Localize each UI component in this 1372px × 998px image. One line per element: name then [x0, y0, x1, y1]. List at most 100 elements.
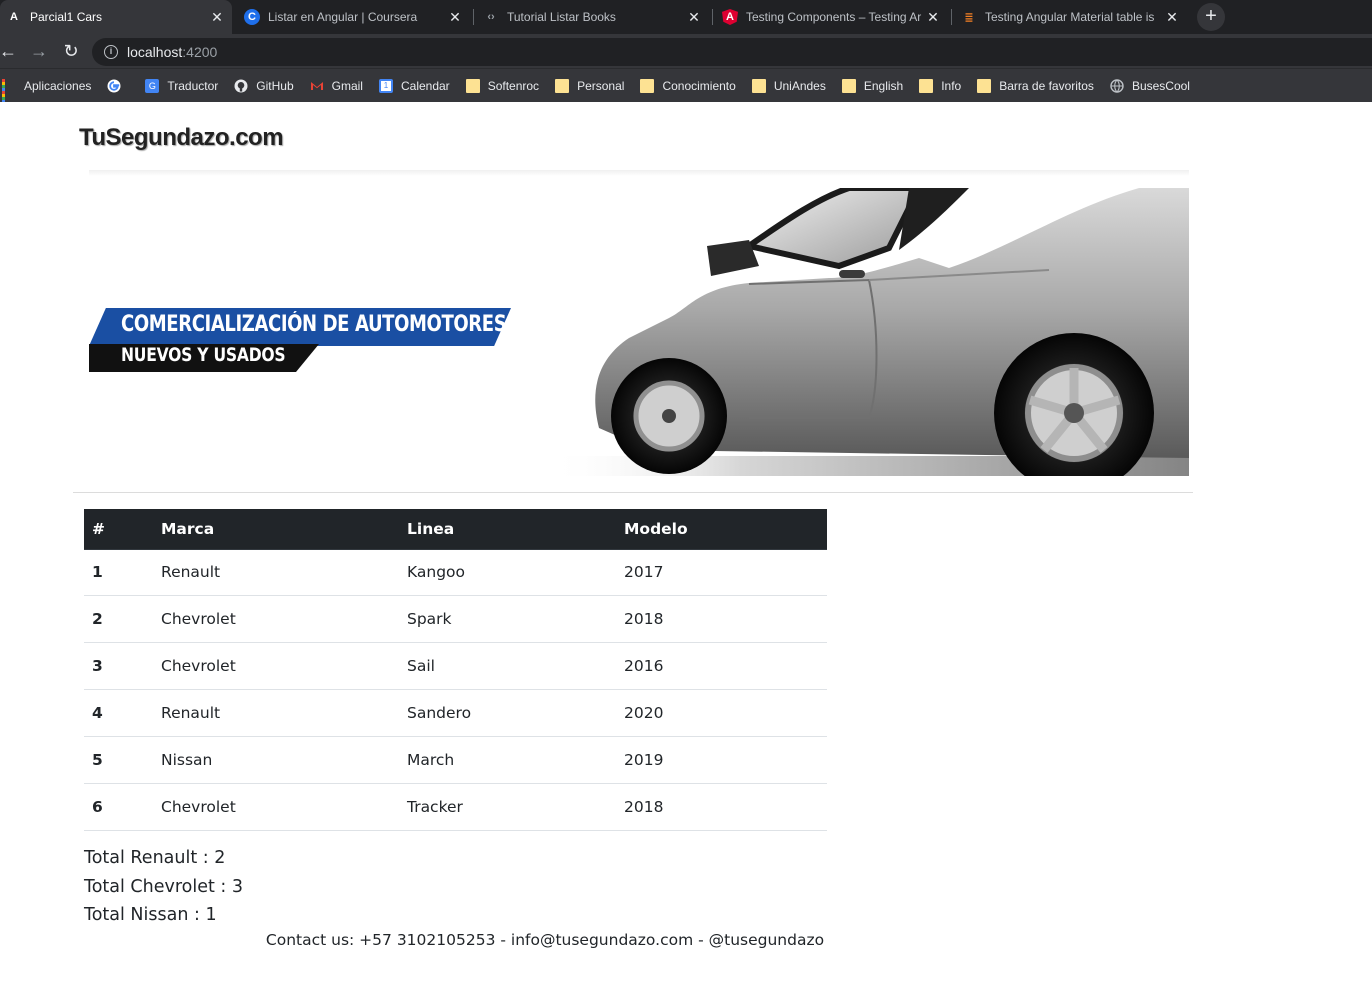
bookmark-label: Traductor: [167, 78, 219, 93]
tab-title: Tutorial Listar Books: [507, 10, 616, 24]
translate-icon: G: [145, 78, 160, 93]
browser-toolbar: ← → ↻ i localhost:4200: [0, 34, 1372, 68]
tab-stackoverflow[interactable]: ≣ Testing Angular Material table is ✕: [955, 0, 1187, 34]
new-tab-button[interactable]: +: [1197, 3, 1225, 31]
close-icon[interactable]: ✕: [1161, 9, 1183, 26]
bookmark-label: UniAndes: [773, 78, 826, 93]
bookmark-busescool[interactable]: BusesCool: [1110, 79, 1190, 93]
cell-id: 6: [84, 783, 153, 831]
folder-icon: [919, 78, 934, 93]
cell-id: 5: [84, 736, 153, 784]
section-divider: [73, 492, 1193, 493]
tab-testing-components[interactable]: A Testing Components – Testing Ar ✕: [716, 0, 948, 34]
site-brand-logo: TuSegundazo.com: [79, 124, 284, 151]
close-icon[interactable]: ✕: [206, 9, 228, 26]
back-arrow-icon[interactable]: ←: [0, 40, 19, 62]
reload-icon[interactable]: ↻: [60, 40, 82, 62]
total-chevrolet: Total Chevrolet : 3: [84, 876, 244, 897]
google-icon: [107, 79, 121, 93]
bookmark-label: Info: [941, 78, 962, 93]
bookmark-label: Softenroc: [487, 78, 540, 93]
column-header-linea: Linea: [399, 509, 616, 550]
angular-a-icon: A: [10, 11, 18, 23]
contact-footer: Contact us: +57 3102105253 - info@tusegu…: [265, 931, 825, 949]
cell-linea: Spark: [399, 595, 616, 643]
bookmark-calendar[interactable]: 1 Calendar: [378, 78, 450, 93]
cell-marca: Chevrolet: [153, 595, 399, 643]
address-bar[interactable]: i localhost:4200: [92, 38, 1372, 66]
info-icon[interactable]: i: [104, 45, 118, 59]
cell-marca: Renault: [153, 549, 399, 596]
bookmark-label: Conocimiento: [662, 78, 736, 93]
folder-icon: [977, 78, 992, 93]
tab-title: Listar en Angular | Coursera: [268, 10, 418, 24]
column-header-marca: Marca: [153, 509, 399, 550]
hero-banner: COMERCIALIZACIÓN DE AUTOMOTORES NUEVOS Y…: [89, 170, 1189, 476]
apps-grid-icon: [2, 78, 16, 106]
bookmark-gmail[interactable]: Gmail: [310, 79, 363, 93]
browser-tab-strip: A Parcial1 Cars ✕ C Listar en Angular | …: [0, 0, 1372, 34]
angular-red-icon: A: [722, 9, 738, 25]
cell-marca: Nissan: [153, 736, 399, 784]
globe-icon: [1110, 78, 1124, 93]
banner-top-shadow: [89, 170, 1189, 176]
cell-modelo: 2018: [616, 783, 827, 831]
cell-id: 1: [84, 549, 153, 596]
cell-linea: March: [399, 736, 616, 784]
cars-table: # Marca Linea Modelo 1 Renault Kangoo 20…: [84, 509, 827, 831]
cell-marca: Renault: [153, 689, 399, 737]
table-row: 4 Renault Sandero 2020: [84, 689, 827, 737]
github-icon: [234, 79, 248, 93]
cell-linea: Tracker: [399, 783, 616, 831]
tab-separator: [712, 9, 713, 25]
bookmarks-bar: Aplicaciones G Traductor GitHub Gmail 1 …: [0, 68, 1372, 106]
bookmark-conocimiento[interactable]: Conocimiento: [640, 78, 736, 93]
bookmark-personal[interactable]: Personal: [555, 78, 624, 93]
bookmark-uniandes[interactable]: UniAndes: [751, 78, 826, 93]
total-nissan: Total Nissan : 1: [84, 905, 217, 925]
tab-title: Testing Components – Testing Ar: [746, 10, 922, 24]
bookmark-label: English: [863, 78, 904, 93]
bookmark-traductor[interactable]: G Traductor: [145, 78, 219, 93]
bookmark-barra-de-favoritos[interactable]: Barra de favoritos: [977, 78, 1094, 93]
calendar-icon: 1: [378, 78, 393, 93]
cell-modelo: 2020: [616, 689, 827, 737]
cell-modelo: 2016: [616, 642, 827, 690]
bookmark-github[interactable]: GitHub: [234, 78, 294, 93]
cell-id: 2: [84, 595, 153, 643]
tab-coursera[interactable]: C Listar en Angular | Coursera ✕: [238, 0, 470, 34]
tab-title: Testing Angular Material table is: [985, 10, 1155, 24]
total-renault: Total Renault : 2: [84, 848, 226, 868]
table-row: 3 Chevrolet Sail 2016: [84, 642, 827, 690]
bookmark-label: BusesCool: [1131, 78, 1190, 93]
forward-arrow-icon[interactable]: →: [28, 40, 50, 62]
close-icon[interactable]: ✕: [444, 9, 466, 26]
close-icon[interactable]: ✕: [683, 9, 705, 26]
cell-marca: Chevrolet: [153, 642, 399, 690]
url-port: :4200: [182, 44, 218, 60]
cell-id: 3: [84, 642, 153, 690]
bookmark-google[interactable]: [107, 79, 129, 93]
table-row: 1 Renault Kangoo 2017: [84, 549, 827, 596]
cell-linea: Kangoo: [399, 549, 616, 596]
column-header-modelo: Modelo: [616, 509, 827, 550]
bookmark-info[interactable]: Info: [919, 78, 962, 93]
bookmark-softenroc[interactable]: Softenroc: [465, 78, 540, 93]
tab-tutorial-listar-books[interactable]: ‹› Tutorial Listar Books ✕: [477, 0, 709, 34]
cell-modelo: 2019: [616, 736, 827, 784]
column-header-id: #: [84, 509, 153, 550]
tab-parcial1-cars[interactable]: A Parcial1 Cars ✕: [0, 0, 232, 34]
bookmark-english[interactable]: English: [841, 78, 904, 93]
banner-subheadline: NUEVOS Y USADOS: [121, 344, 286, 366]
bookmark-label: Calendar: [400, 78, 450, 93]
stackoverflow-icon: ≣: [964, 11, 974, 24]
folder-icon: [841, 78, 856, 93]
bookmark-label: Aplicaciones: [24, 78, 92, 93]
folder-icon: [465, 78, 480, 93]
table-row: 5 Nissan March 2019: [84, 736, 827, 784]
cell-linea: Sail: [399, 642, 616, 690]
close-icon[interactable]: ✕: [922, 9, 944, 26]
bookmark-label: GitHub: [256, 78, 294, 93]
bookmark-aplicaciones[interactable]: Aplicaciones: [2, 78, 92, 106]
tab-separator: [473, 9, 474, 25]
